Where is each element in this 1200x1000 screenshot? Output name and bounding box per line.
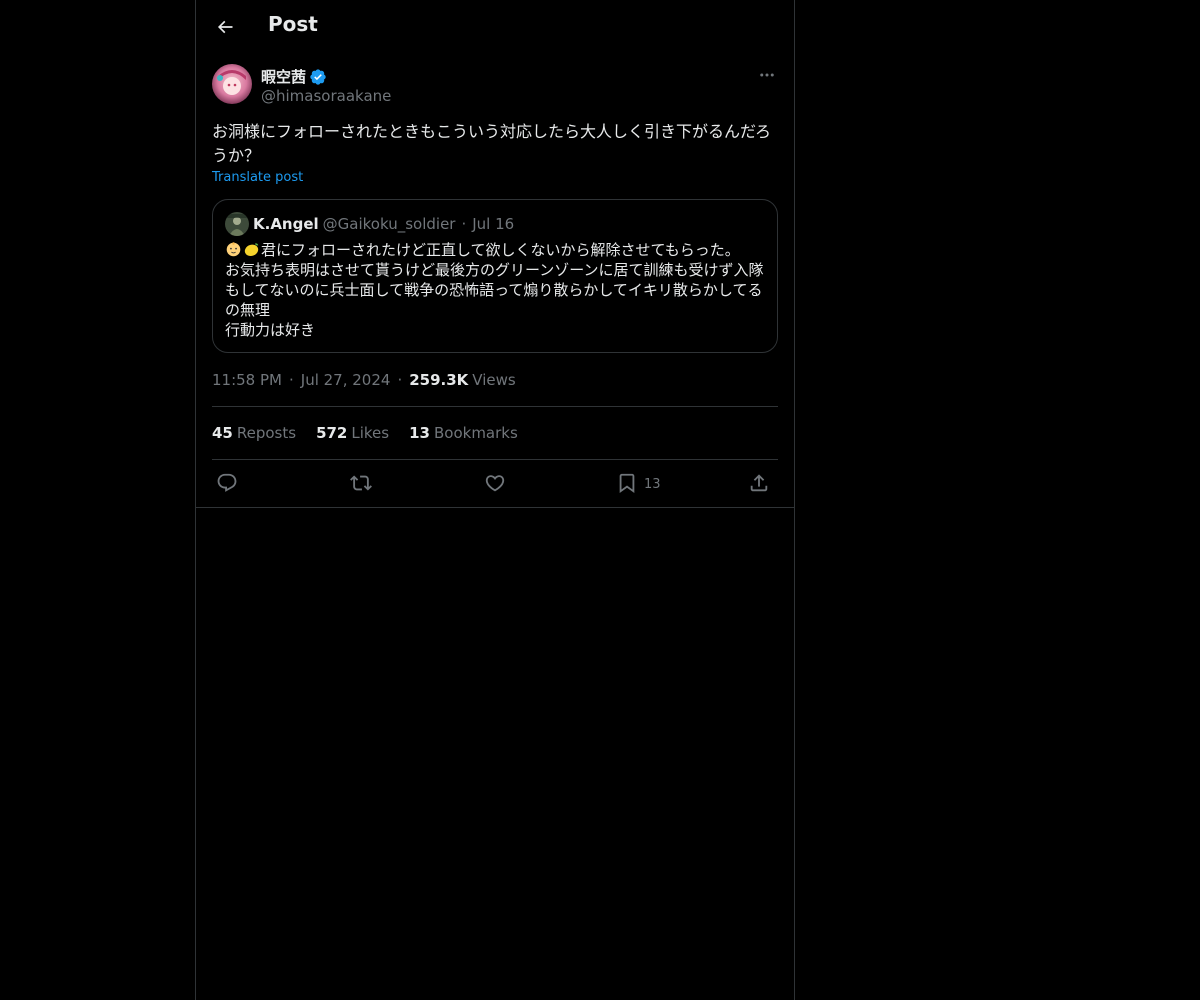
action-bar: 13 bbox=[212, 470, 778, 498]
post-date[interactable]: Jul 27, 2024 bbox=[301, 371, 391, 389]
more-options-button[interactable] bbox=[756, 64, 778, 86]
arrow-left-icon bbox=[217, 20, 233, 34]
main-column: Post 暇空茜 @himasoraakane お洞様にフォローされたときもこう… bbox=[195, 0, 795, 1000]
author-handle[interactable]: @himasoraakane bbox=[261, 87, 391, 105]
reply-icon bbox=[217, 473, 237, 492]
lemon-emoji bbox=[244, 243, 259, 257]
translate-post-link[interactable]: Translate post bbox=[212, 170, 303, 185]
repost-icon bbox=[350, 475, 372, 491]
views-count: 259.3K bbox=[409, 371, 469, 389]
quoted-author-handle: @Gaikoku_soldier bbox=[322, 215, 456, 233]
quoted-post[interactable]: K.Angel @Gaikoku_soldier · Jul 16 君にフォロー… bbox=[212, 199, 778, 353]
share-icon bbox=[750, 474, 768, 492]
more-dots-icon bbox=[760, 73, 774, 77]
divider bbox=[212, 459, 778, 460]
separator-dot: · bbox=[288, 371, 294, 389]
author-name-row: 暇空茜 bbox=[261, 66, 327, 87]
divider bbox=[196, 507, 794, 508]
divider bbox=[212, 406, 778, 407]
share-button[interactable] bbox=[748, 472, 770, 494]
bookmark-button[interactable]: 13 bbox=[616, 472, 661, 494]
quoted-line-2: お気持ち表明はさせて貰うけど最後方のグリーンゾーンに居て訓練も受けず入隊もしてな… bbox=[225, 261, 764, 319]
engagement-stats: 45 Reposts 572 Likes 13 Bookmarks bbox=[212, 424, 538, 442]
bookmarks-stat[interactable]: 13 Bookmarks bbox=[409, 424, 518, 442]
post-time[interactable]: 11:58 PM bbox=[212, 371, 282, 389]
quoted-line-3: 行動力は好き bbox=[225, 321, 316, 339]
quoted-author-name: K.Angel bbox=[253, 215, 319, 233]
views-label: Views bbox=[472, 371, 516, 389]
like-button[interactable] bbox=[484, 472, 506, 494]
quoted-post-date: Jul 16 bbox=[472, 215, 515, 233]
repost-button[interactable] bbox=[350, 472, 372, 494]
reply-button[interactable] bbox=[216, 472, 238, 494]
bookmark-icon bbox=[619, 473, 635, 494]
reposts-stat[interactable]: 45 Reposts bbox=[212, 424, 296, 442]
separator-dot: · bbox=[461, 215, 467, 233]
quoted-post-text: 君にフォローされたけど正直して欲しくないから解除させてもらった。 お気持ち表明は… bbox=[225, 240, 767, 340]
likes-stat[interactable]: 572 Likes bbox=[316, 424, 389, 442]
quoted-author-avatar bbox=[225, 212, 249, 236]
verified-badge-icon bbox=[310, 68, 326, 85]
post-meta: 11:58 PM · Jul 27, 2024 · 259.3K Views bbox=[212, 371, 516, 389]
post-text: お洞様にフォローされたときもこういう対応したら大人しく引き下がるんだろうか？ bbox=[212, 122, 772, 165]
author-avatar[interactable] bbox=[212, 64, 252, 104]
quoted-post-header: K.Angel @Gaikoku_soldier · Jul 16 bbox=[225, 212, 514, 236]
bookmark-count: 13 bbox=[644, 477, 661, 492]
back-button[interactable] bbox=[208, 10, 242, 44]
post-author: 暇空茜 @himasoraakane bbox=[212, 64, 778, 108]
header: Post bbox=[196, 0, 794, 53]
like-icon bbox=[485, 475, 505, 492]
page-title: Post bbox=[268, 12, 318, 36]
baby-face-emoji bbox=[226, 242, 241, 257]
separator-dot: · bbox=[397, 371, 403, 389]
quoted-line-1: 君にフォローされたけど正直して欲しくないから解除させてもらった。 bbox=[225, 240, 767, 260]
author-name[interactable]: 暇空茜 bbox=[261, 66, 306, 87]
